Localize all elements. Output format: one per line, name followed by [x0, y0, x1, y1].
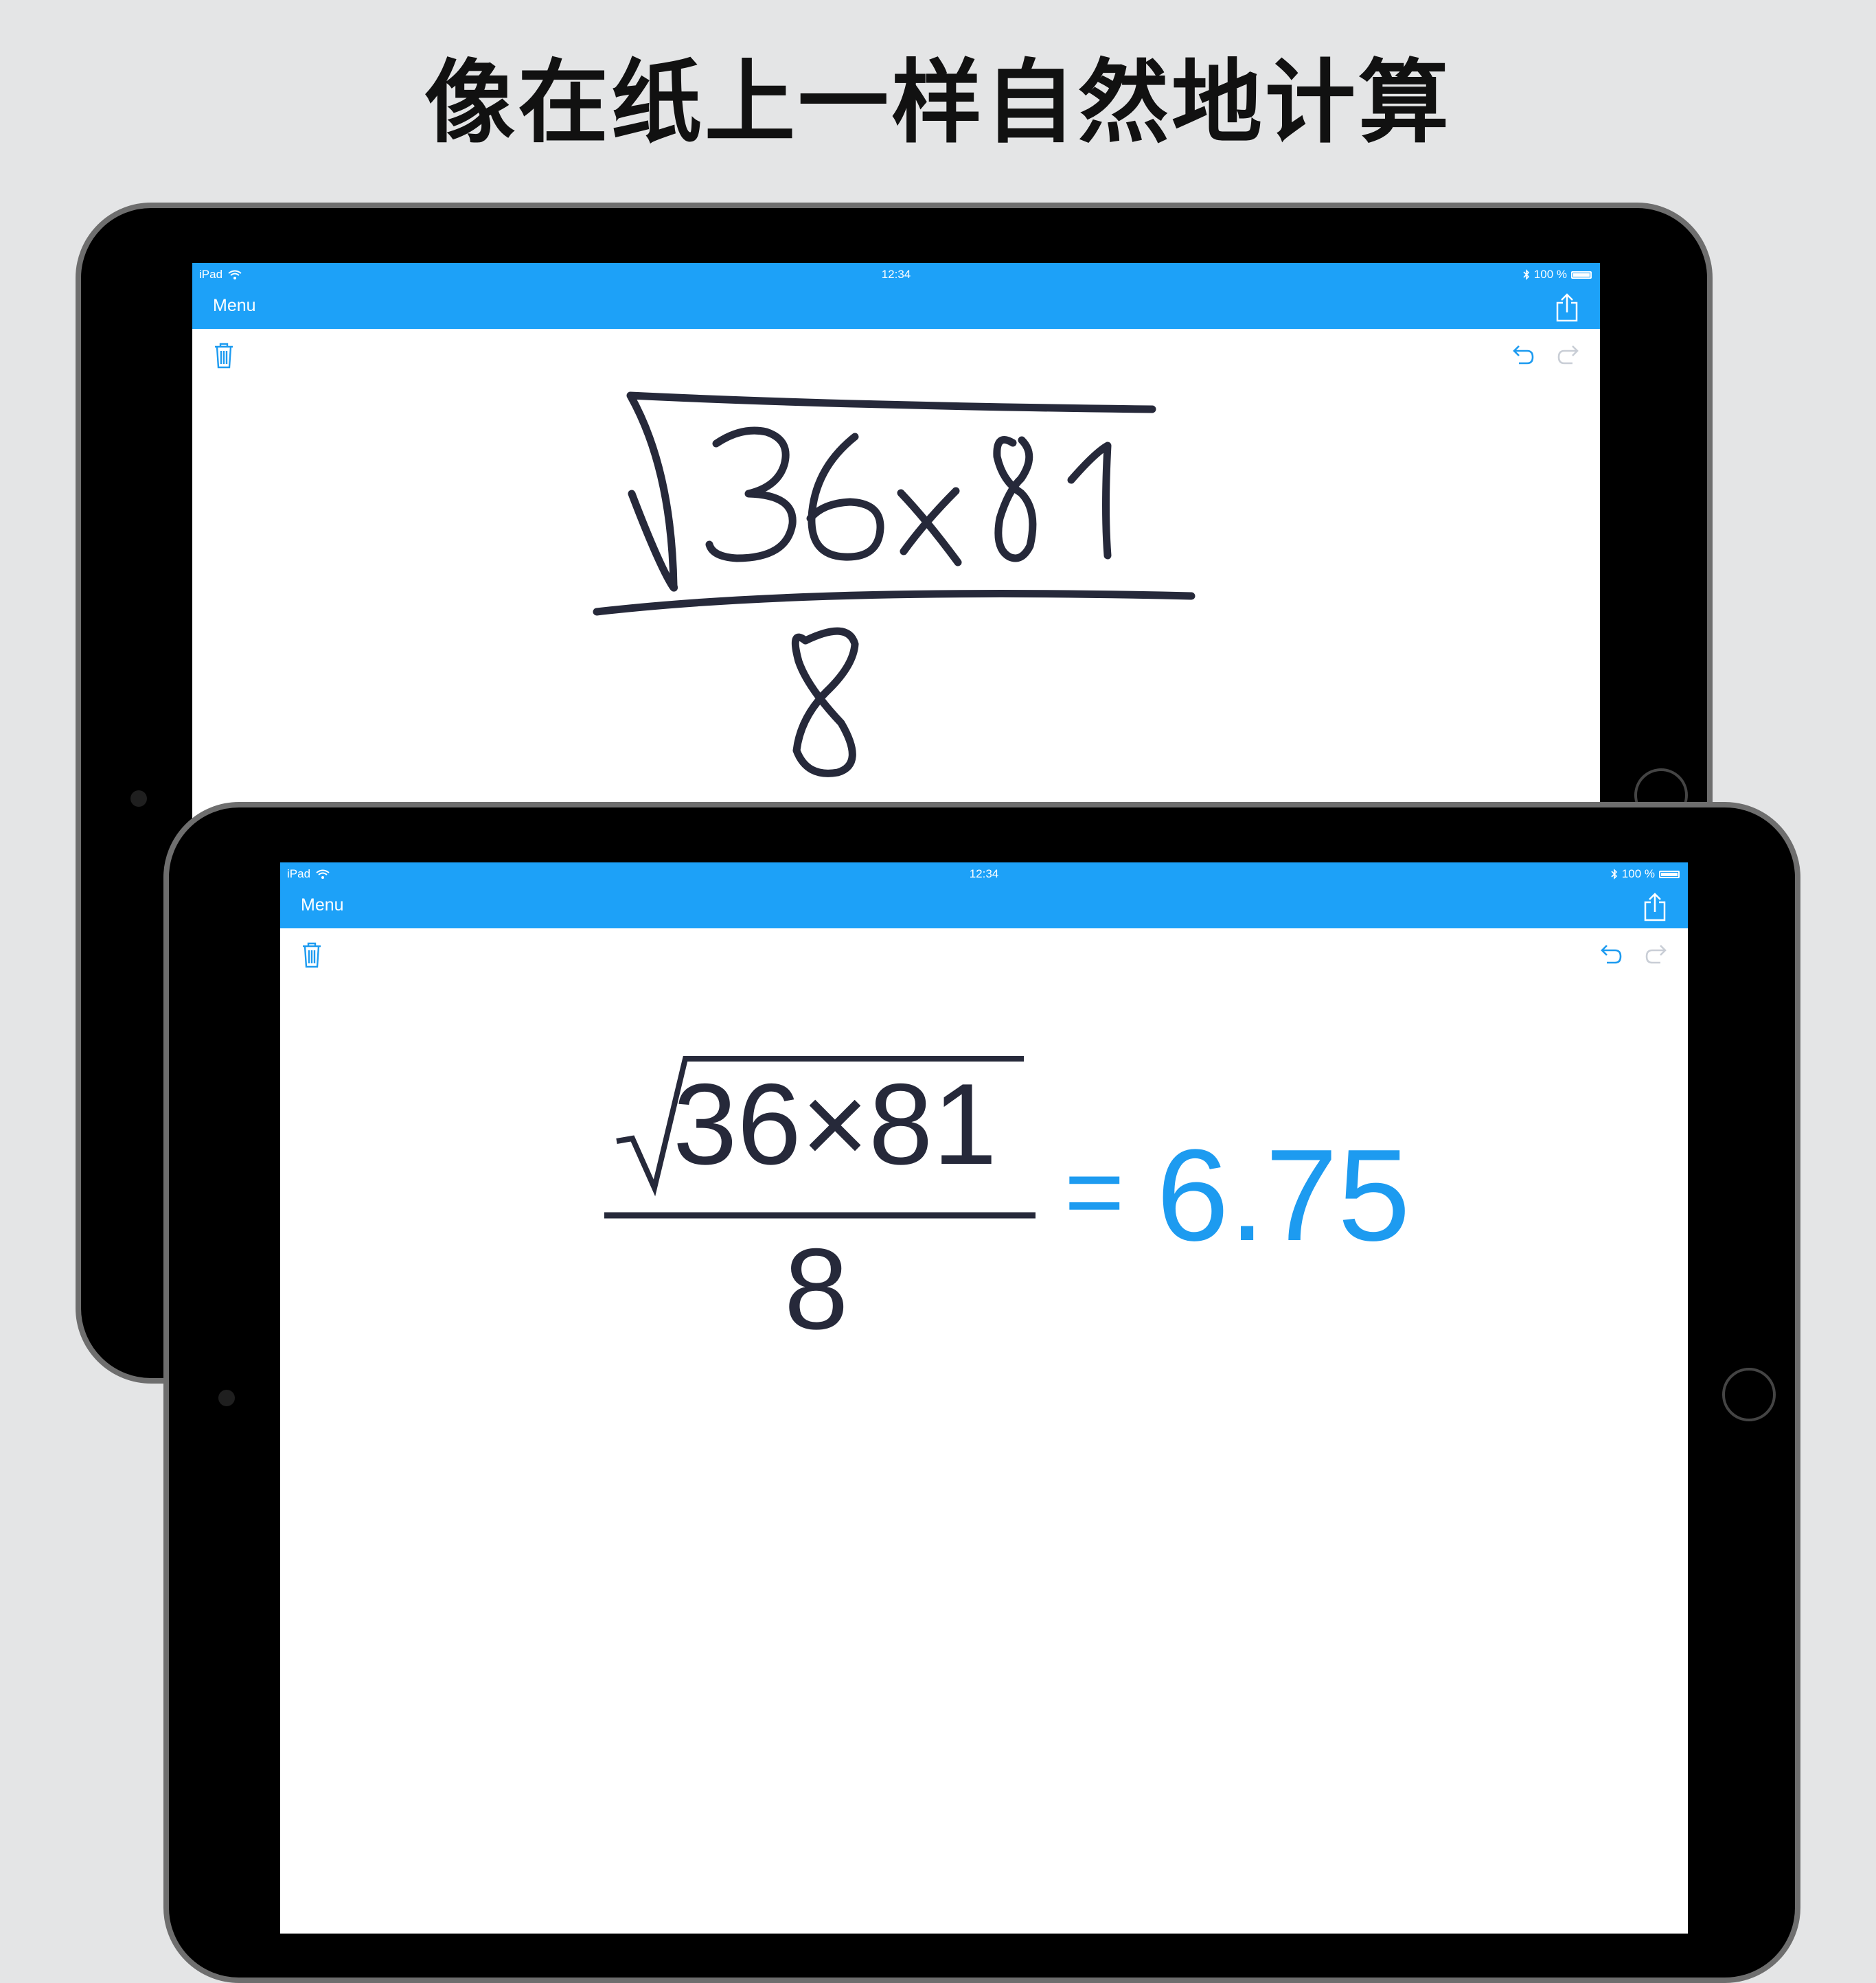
- home-button[interactable]: [1722, 1368, 1776, 1421]
- ink-digit-8: [993, 436, 1037, 562]
- equals-sign: =: [1064, 1134, 1125, 1249]
- ink-digit-3: [705, 426, 797, 562]
- camera: [218, 1390, 235, 1406]
- result-value: 6.75: [1156, 1123, 1410, 1268]
- typeset-expression: 36×81 8 = 6.75: [280, 862, 1688, 1934]
- ink-digit-1: [1067, 442, 1112, 560]
- radical-sign: [604, 1056, 1036, 1219]
- radicand: 36×81: [673, 1059, 997, 1189]
- ink-denominator-8: [791, 627, 859, 777]
- ipad-frame-result: iPad 12:34 100 % Menu 36×81 8 = 6.75: [163, 802, 1800, 1983]
- ink-digit-6: [806, 433, 884, 561]
- denominator: 8: [784, 1224, 849, 1353]
- ink-radical: [626, 391, 1156, 592]
- app-screen-result: iPad 12:34 100 % Menu 36×81 8 = 6.75: [280, 862, 1688, 1934]
- camera: [130, 790, 147, 807]
- ink-fraction-bar: [593, 590, 1196, 616]
- ink-times-sign: [897, 487, 962, 566]
- headline: 像在纸上一样自然地计算: [424, 50, 1452, 156]
